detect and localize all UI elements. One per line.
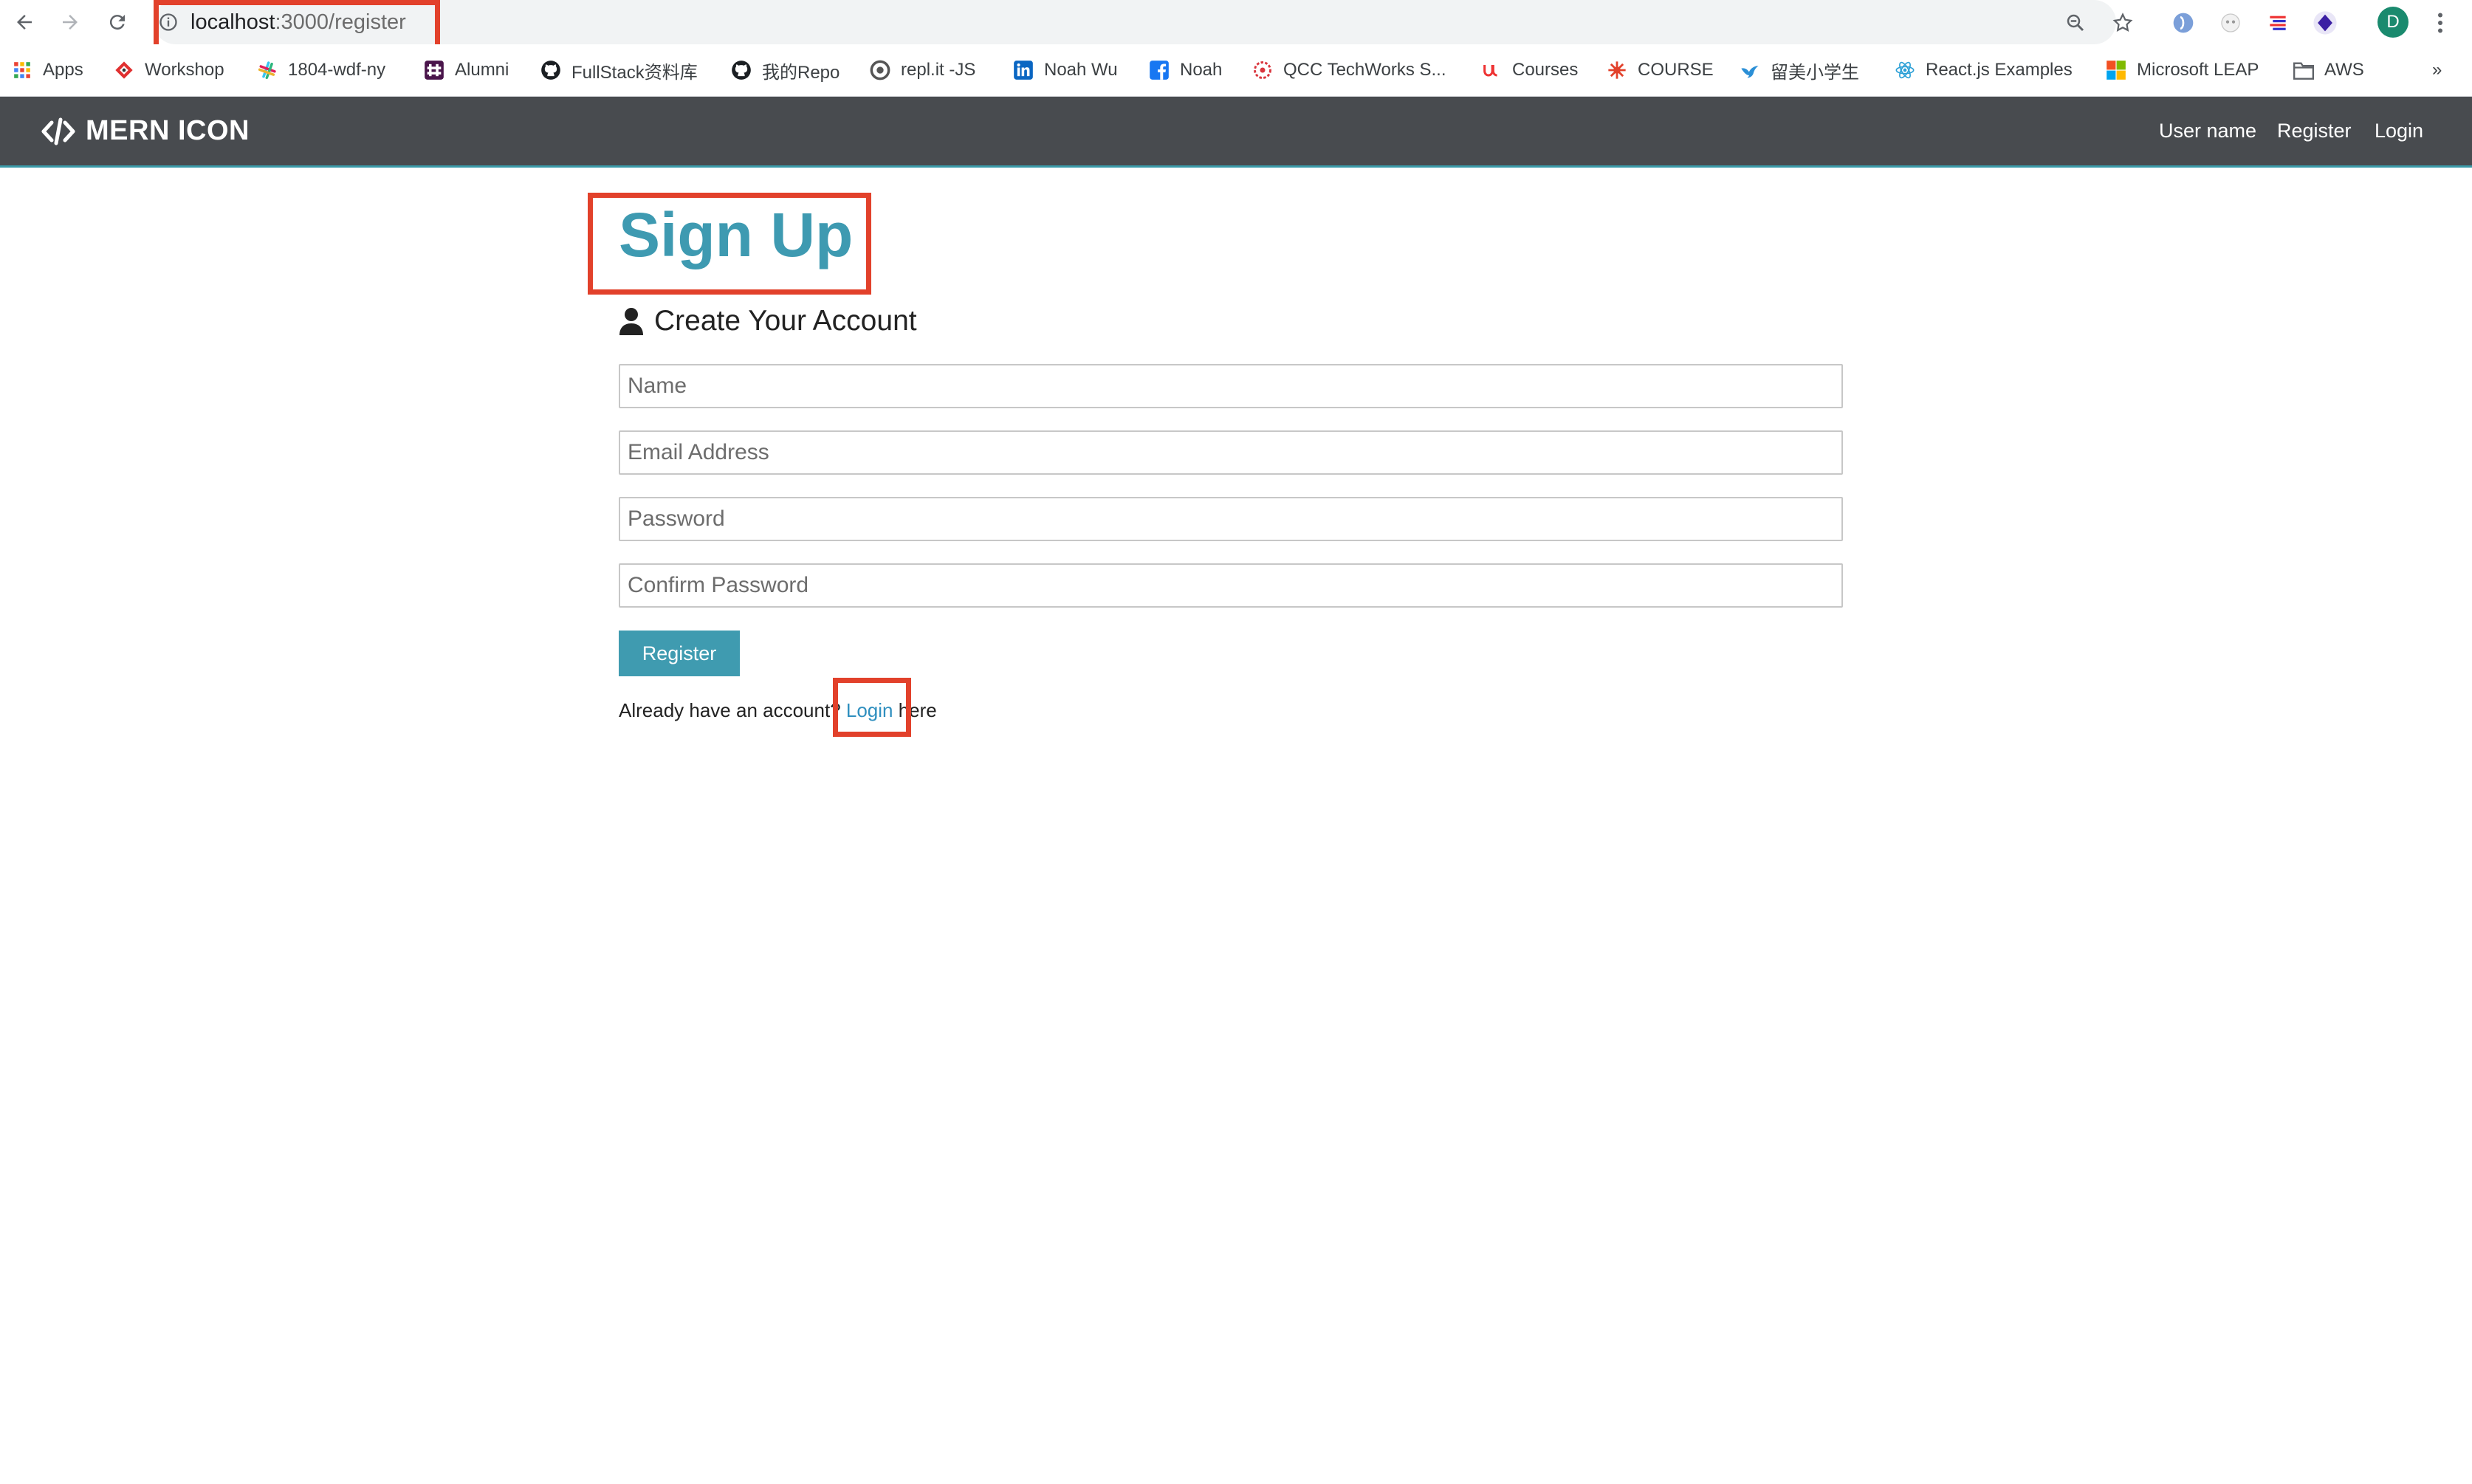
slack-icon xyxy=(257,60,278,80)
extension-3-button[interactable] xyxy=(2262,7,2293,38)
replit-icon xyxy=(870,60,890,80)
url-path: :3000/register xyxy=(275,10,406,34)
bookmark-noah[interactable]: Noah xyxy=(1149,44,1222,96)
bookmark-label: FullStack资料库 xyxy=(571,62,698,83)
course-icon xyxy=(1607,60,1627,80)
nav-link-user-name[interactable]: User name xyxy=(2159,97,2256,165)
bookmark-noah-wu[interactable]: Noah Wu xyxy=(1013,44,1118,96)
info-icon xyxy=(159,13,177,31)
github-icon xyxy=(540,60,561,80)
bookmark-microsoft-leap[interactable]: Microsoft LEAP xyxy=(2106,44,2259,96)
confirm-password-input[interactable] xyxy=(619,563,1843,608)
bookmark-label: 留美小学生 xyxy=(1771,62,1859,83)
star-icon xyxy=(2112,13,2133,32)
extension-diamond-icon xyxy=(2313,11,2337,35)
browser-toolbar: localhost:3000/register D xyxy=(0,0,2472,59)
folder-icon xyxy=(2293,60,2314,80)
bookmark-workshop[interactable]: Workshop xyxy=(114,44,224,96)
bookmark-label: repl.it -JS xyxy=(901,60,976,80)
bookmark-label: React.js Examples xyxy=(1926,60,2073,80)
address-bar[interactable] xyxy=(154,0,2116,44)
bookmark-label: Alumni xyxy=(455,60,509,80)
bookmark-label: Noah Wu xyxy=(1044,60,1118,80)
extension-4-button[interactable] xyxy=(2310,7,2341,38)
extension-lines-icon xyxy=(2270,16,2286,30)
bookmark-aws[interactable]: AWS xyxy=(2293,44,2364,96)
nav-link-register[interactable]: Register xyxy=(2277,97,2352,165)
bookmark-label: Courses xyxy=(1512,60,1579,80)
url-host: localhost xyxy=(190,10,275,34)
bookmark-fullstack[interactable]: FullStack资料库 xyxy=(540,44,698,96)
name-input[interactable] xyxy=(619,364,1843,408)
qcc-icon xyxy=(1252,60,1273,80)
login-prompt-text: Already have an account? xyxy=(619,698,846,721)
forward-arrow-icon xyxy=(63,15,78,30)
bookmark-label: Apps xyxy=(43,60,83,80)
bookmark-label: Noah xyxy=(1180,60,1223,80)
bookmark-react-examples[interactable]: React.js Examples xyxy=(1895,44,2073,96)
bookmarks-bar: Apps Workshop 1804-wdf-ny Alumni FullSta… xyxy=(0,44,2472,97)
extension-1-button[interactable] xyxy=(2168,7,2199,38)
extension-2-button[interactable] xyxy=(2215,7,2246,38)
bookmark-courses[interactable]: Courses xyxy=(1481,44,1578,96)
bookmark-replit[interactable]: repl.it -JS xyxy=(870,44,975,96)
bookmark-label: Microsoft LEAP xyxy=(2137,60,2259,80)
facebook-icon xyxy=(1149,60,1170,80)
bookmark-apps[interactable]: Apps xyxy=(12,44,83,96)
code-icon xyxy=(41,117,75,146)
app-navbar: MERN ICON User name Register Login xyxy=(0,97,2472,168)
bookmark-liumei[interactable]: 留美小学生 xyxy=(1740,44,1859,96)
register-button[interactable]: Register xyxy=(619,631,740,676)
brand-link[interactable]: MERN ICON xyxy=(41,97,250,165)
bookmarks-overflow-button[interactable]: » xyxy=(2432,44,2442,96)
bookmark-label: 我的Repo xyxy=(762,62,840,83)
back-arrow-icon xyxy=(17,15,32,30)
bookmark-qcc-techworks[interactable]: QCC TechWorks S... xyxy=(1252,44,1446,96)
back-button[interactable] xyxy=(7,6,41,38)
udemy-icon xyxy=(1481,60,1502,80)
login-prompt: Already have an account? Login here xyxy=(619,697,937,724)
zoom-icon xyxy=(2067,14,2084,32)
page-title: Sign Up xyxy=(619,200,854,269)
slack-icon xyxy=(424,60,444,80)
browser-menu-button[interactable] xyxy=(2425,7,2456,38)
user-icon xyxy=(619,307,644,335)
bird-icon xyxy=(1740,60,1760,80)
reload-button[interactable] xyxy=(100,6,134,38)
github-icon xyxy=(731,60,752,80)
password-input[interactable] xyxy=(619,497,1843,541)
login-prompt-suffix: here xyxy=(893,698,937,721)
forward-button[interactable] xyxy=(53,6,87,38)
microsoft-icon xyxy=(2106,60,2126,80)
workshop-icon xyxy=(114,60,134,80)
bookmark-course[interactable]: COURSE xyxy=(1607,44,1714,96)
email-input[interactable] xyxy=(619,430,1843,475)
brand-name: MERN ICON xyxy=(86,115,250,146)
bookmark-label: AWS xyxy=(2324,60,2364,80)
extension-panda-icon xyxy=(2221,13,2240,32)
bookmark-my-repo[interactable]: 我的Repo xyxy=(731,44,840,96)
bookmark-star-button[interactable] xyxy=(2107,7,2138,38)
page-lead: Create Your Account xyxy=(619,303,917,340)
kebab-menu-icon xyxy=(2438,13,2442,33)
login-link[interactable]: Login xyxy=(846,699,893,722)
bookmark-label: Workshop xyxy=(145,60,224,80)
bookmark-label: QCC TechWorks S... xyxy=(1283,60,1446,80)
bookmark-1804-wdf-ny[interactable]: 1804-wdf-ny xyxy=(257,44,385,96)
linkedin-icon xyxy=(1013,60,1034,80)
bookmark-label: 1804-wdf-ny xyxy=(288,60,386,80)
react-icon xyxy=(1895,60,1915,80)
apps-grid-icon xyxy=(12,60,32,80)
extension-blue-icon xyxy=(2173,13,2194,33)
bookmark-alumni[interactable]: Alumni xyxy=(424,44,509,96)
address-url[interactable]: localhost:3000/register xyxy=(158,0,406,44)
bookmark-label: COURSE xyxy=(1638,60,1714,80)
zoom-button[interactable] xyxy=(2060,7,2091,38)
page-lead-text: Create Your Account xyxy=(654,305,917,337)
nav-link-login[interactable]: Login xyxy=(2375,97,2423,165)
reload-icon xyxy=(109,15,125,30)
profile-avatar[interactable]: D xyxy=(2377,7,2409,38)
